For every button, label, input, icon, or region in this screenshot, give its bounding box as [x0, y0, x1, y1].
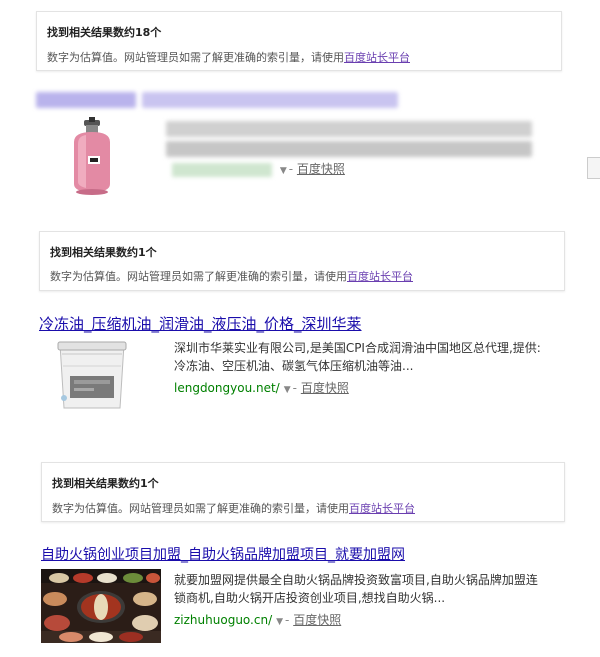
dropdown-arrow-icon[interactable]: ▼: [284, 385, 291, 395]
result-url[interactable]: lengdongyou.net/: [174, 381, 280, 395]
side-feedback-tab[interactable]: [587, 157, 600, 179]
webmaster-platform-link[interactable]: 百度站长平台: [344, 51, 410, 64]
estimate-description: 数字为估算值。网站管理员如需了解更准确的索引量，请使用百度站长平台: [50, 268, 413, 284]
blurred-snippet-line: [166, 121, 532, 137]
estimate-description: 数字为估算值。网站管理员如需了解更准确的索引量，请使用百度站长平台: [47, 49, 410, 65]
gas-cylinder-image[interactable]: [60, 116, 124, 196]
result-url[interactable]: zizhuhuoguo.cn/: [174, 613, 272, 627]
blurred-snippet-line: [166, 141, 532, 157]
estimate-text: 数字为估算值。网站管理员如需了解更准确的索引量，请使用: [47, 51, 344, 64]
estimate-text: 数字为估算值。网站管理员如需了解更准确的索引量，请使用: [52, 502, 349, 515]
blurred-result-title[interactable]: [36, 92, 136, 108]
result-title-link[interactable]: 自助火锅创业项目加盟_自助火锅品牌加盟项目_就要加盟网: [41, 544, 405, 564]
snippet-line: 锁商机,自助火锅开店投资创业项目,想找自助火锅...: [174, 591, 446, 605]
result-count-title: 找到相关结果数约18个: [47, 26, 162, 39]
estimate-description: 数字为估算值。网站管理员如需了解更准确的索引量，请使用百度站长平台: [52, 500, 415, 516]
result-count-notice: 找到相关结果数约18个 数字为估算值。网站管理员如需了解更准确的索引量，请使用百…: [36, 11, 562, 71]
webmaster-platform-link[interactable]: 百度站长平台: [349, 502, 415, 515]
snippet-line: 就要加盟网提供最全自助火锅品牌投资致富项目,自助火锅品牌加盟连: [174, 573, 538, 587]
result-snippet: 就要加盟网提供最全自助火锅品牌投资致富项目,自助火锅品牌加盟连 锁商机,自助火锅…: [174, 571, 574, 607]
result-count-title: 找到相关结果数约1个: [52, 477, 159, 490]
oil-bucket-image[interactable]: [54, 336, 130, 412]
estimate-text: 数字为估算值。网站管理员如需了解更准确的索引量，请使用: [50, 270, 347, 283]
snapshot-link[interactable]: 百度快照: [293, 613, 341, 627]
result-count-notice: 找到相关结果数约1个 数字为估算值。网站管理员如需了解更准确的索引量，请使用百度…: [41, 462, 565, 522]
result-url-line: ▼ - 百度快照: [172, 160, 345, 177]
hotpot-image[interactable]: [41, 569, 161, 643]
snapshot-link[interactable]: 百度快照: [297, 162, 345, 176]
dropdown-arrow-icon[interactable]: ▼: [280, 166, 287, 176]
blurred-result-title-part[interactable]: [142, 92, 398, 108]
result-count-title: 找到相关结果数约1个: [50, 246, 157, 259]
snippet-line: 冷冻油、空压机油、碳氢气体压缩机油等油...: [174, 359, 414, 373]
snippet-line: 深圳市华莱实业有限公司,是美国CPI合成润滑油中国地区总代理,提供:: [174, 341, 541, 355]
result-count-notice: 找到相关结果数约1个 数字为估算值。网站管理员如需了解更准确的索引量，请使用百度…: [39, 231, 565, 291]
result-url-line: lengdongyou.net/▼ - 百度快照: [174, 381, 349, 395]
dropdown-arrow-icon[interactable]: ▼: [276, 617, 283, 627]
webmaster-platform-link[interactable]: 百度站长平台: [347, 270, 413, 283]
blurred-url[interactable]: [172, 162, 272, 177]
result-snippet: 深圳市华莱实业有限公司,是美国CPI合成润滑油中国地区总代理,提供: 冷冻油、空…: [174, 339, 574, 375]
result-title-link[interactable]: 冷冻油_压缩机油_润滑油_液压油_价格_深圳华莱: [39, 313, 362, 334]
result-url-line: zizhuhuoguo.cn/▼ - 百度快照: [174, 613, 342, 627]
snapshot-link[interactable]: 百度快照: [301, 381, 349, 395]
